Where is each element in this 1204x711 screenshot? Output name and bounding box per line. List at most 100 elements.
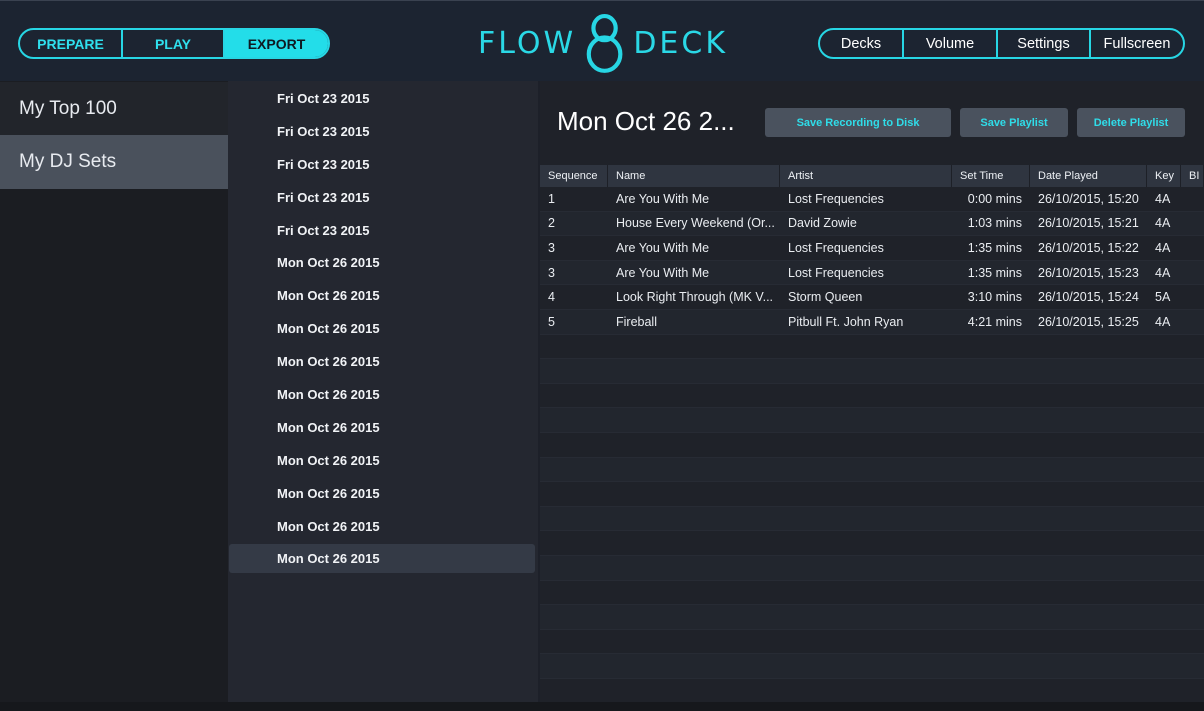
table-row[interactable]: 3 Are You With Me Lost Frequencies 1:35 min… [540,260,1204,286]
table-row[interactable]: 5 Fireball Pitbull Ft. John Ryan 4:21 mins 2… [540,309,1204,335]
flow8deck-logo: FLOW DECK [478,9,728,77]
table-row[interactable]: 1 Are You With Me Lost Frequencies 0:00 min… [540,187,1204,212]
tracks-table: Sequence Name Artist Set Time Date Playe… [540,165,1204,701]
save-recording-button[interactable]: Save Recording to Disk [765,108,951,137]
cell-bpm [1181,187,1204,211]
column-header-name[interactable]: Name [608,165,780,187]
cell-artist: Lost Frequencies [788,191,884,206]
cell-key: 4A [1155,216,1171,231]
save-playlist-button[interactable]: Save Playlist [960,108,1068,137]
empty-row [540,531,1204,556]
cell-bpm [1181,310,1204,334]
table-empty-area [540,334,1204,679]
logo-eight-icon [586,13,623,73]
cell-bpm [1181,236,1204,260]
cell-bpm [1181,285,1204,309]
cell-set-time: 4:21 mins [967,314,1022,329]
cell-set-time: 1:03 mins [967,216,1022,231]
cell-key: 4A [1155,265,1171,280]
cell-set-time: 1:35 mins [967,265,1022,280]
logo-text-deck: DECK [633,25,728,61]
bottom-edge [0,702,1204,711]
empty-row [540,457,1204,483]
list-item[interactable]: Fri Oct 23 2015 [229,117,535,146]
cell-name: Fireball [616,314,657,329]
empty-row [540,654,1204,679]
cell-sequence: 5 [548,314,555,329]
sidebar-item-my-top-100[interactable]: My Top 100 [0,82,228,136]
cell-sequence: 3 [548,265,555,280]
column-header-date-played[interactable]: Date Played [1030,165,1147,187]
list-item[interactable]: Fri Oct 23 2015 [229,150,535,179]
empty-row [540,359,1204,384]
list-item[interactable]: Mon Oct 26 2015 [229,512,535,541]
decks-button[interactable]: Decks [820,30,904,57]
sidebar: My Top 100 My DJ Sets [0,81,260,711]
logo-text-flow: FLOW [478,25,577,61]
table-row[interactable]: 4 Look Right Through (MK V... Storm Queen 3… [540,285,1204,310]
tab-play[interactable]: PLAY [123,30,225,57]
cell-sequence: 1 [548,191,555,206]
empty-row [540,482,1204,507]
list-item[interactable]: Mon Oct 26 2015 [229,413,535,442]
empty-row [540,506,1204,532]
cell-date-played: 26/10/2015, 15:21 [1038,216,1139,231]
cell-set-time: 3:10 mins [967,290,1022,305]
column-header-bpm[interactable]: BI [1181,165,1204,187]
cell-date-played: 26/10/2015, 15:24 [1038,290,1139,305]
settings-button[interactable]: Settings [998,30,1091,57]
column-header-set-time[interactable]: Set Time [952,165,1030,187]
cell-key: 4A [1155,314,1171,329]
column-header-key[interactable]: Key [1147,165,1181,187]
cell-set-time: 1:35 mins [967,240,1022,255]
cell-sequence: 2 [548,216,555,231]
cell-name: Are You With Me [616,240,710,255]
cell-key: 4A [1155,191,1171,206]
cell-artist: David Zowie [788,216,857,231]
cell-artist: Storm Queen [788,290,863,305]
list-item[interactable]: Fri Oct 23 2015 [229,216,535,245]
view-options: Decks Volume Settings Fullscreen [818,28,1185,59]
list-item[interactable]: Mon Oct 26 2015 [229,479,535,508]
cell-artist: Pitbull Ft. John Ryan [788,314,904,329]
cell-date-played: 26/10/2015, 15:25 [1038,314,1139,329]
cell-sequence: 3 [548,240,555,255]
table-row[interactable]: 2 House Every Weekend (Or... David Zowie 1:… [540,211,1204,237]
recordings-list: Fri Oct 23 2015 Fri Oct 23 2015 Fri Oct … [228,81,538,711]
cell-artist: Lost Frequencies [788,240,884,255]
table-header: Sequence Name Artist Set Time Date Playe… [540,165,1204,187]
list-item-selected[interactable]: Mon Oct 26 2015 [229,544,535,573]
cell-name: House Every Weekend (Or... [616,216,775,231]
cell-date-played: 26/10/2015, 15:20 [1038,191,1139,206]
list-item[interactable]: Mon Oct 26 2015 [229,380,535,409]
list-item[interactable]: Mon Oct 26 2015 [229,248,535,277]
column-header-sequence[interactable]: Sequence [540,165,608,187]
cell-name: Are You With Me [616,191,710,206]
list-item[interactable]: Fri Oct 23 2015 [229,183,535,212]
empty-row [540,629,1204,655]
sidebar-item-my-dj-sets[interactable]: My DJ Sets [0,135,230,189]
list-item[interactable]: Mon Oct 26 2015 [229,314,535,343]
list-item[interactable]: Fri Oct 23 2015 [229,84,535,113]
cell-name: Look Right Through (MK V... [616,290,774,305]
tab-export[interactable]: EXPORT [225,30,328,57]
cell-date-played: 26/10/2015, 15:23 [1038,265,1139,280]
list-item[interactable]: Mon Oct 26 2015 [229,347,535,376]
empty-row [540,383,1204,409]
volume-button[interactable]: Volume [904,30,998,57]
table-row[interactable]: 3 Are You With Me Lost Frequencies 1:35 min… [540,236,1204,261]
cell-key: 4A [1155,240,1171,255]
cell-key: 5A [1155,290,1171,305]
mode-switcher: PREPARE PLAY EXPORT [18,28,330,59]
list-item[interactable]: Mon Oct 26 2015 [229,446,535,475]
tab-prepare[interactable]: PREPARE [20,30,123,57]
column-header-artist[interactable]: Artist [780,165,952,187]
fullscreen-button[interactable]: Fullscreen [1091,30,1183,57]
list-item[interactable]: Mon Oct 26 2015 [229,281,535,310]
delete-playlist-button[interactable]: Delete Playlist [1077,108,1185,137]
cell-sequence: 4 [548,290,555,305]
empty-row [540,408,1204,433]
table-body: 1 Are You With Me Lost Frequencies 0:00 min… [540,187,1204,335]
cell-bpm [1181,261,1204,285]
page-title: Mon Oct 26 2... [557,106,735,136]
